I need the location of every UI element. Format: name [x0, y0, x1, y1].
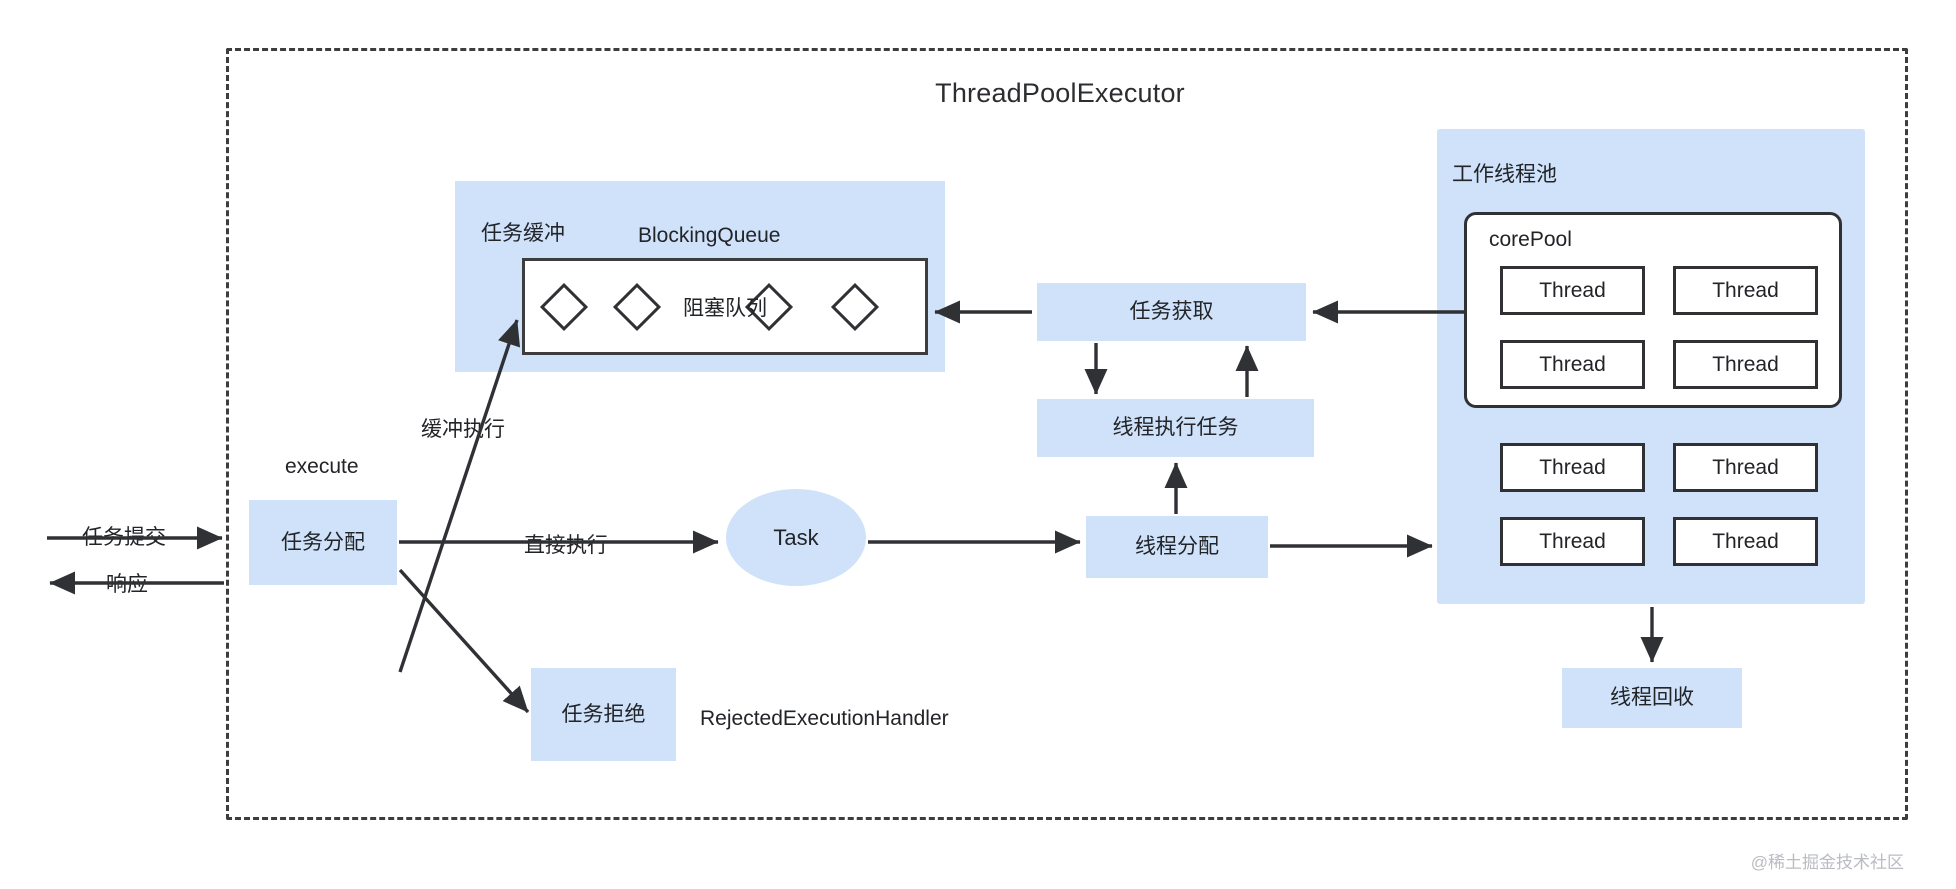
- thread-run-task-box: 线程执行任务: [1037, 399, 1314, 457]
- diagram-canvas: ThreadPoolExecutor 任务缓冲 BlockingQueue 阻塞…: [0, 0, 1956, 889]
- extra-thread-cell: Thread: [1673, 517, 1818, 566]
- core-pool-title: corePool: [1489, 228, 1572, 251]
- blocking-queue-box: 阻塞队列: [522, 258, 928, 355]
- queue-item-diamond-icon: [830, 282, 880, 331]
- core-thread-cell: Thread: [1673, 266, 1818, 315]
- queue-item-diamond-icon: [612, 282, 662, 331]
- thread-dispatch-box: 线程分配: [1086, 516, 1268, 578]
- extra-thread-cell: Thread: [1500, 443, 1645, 492]
- core-thread-cell: Thread: [1500, 266, 1645, 315]
- task-node: Task: [726, 489, 866, 586]
- page-title: ThreadPoolExecutor: [935, 78, 1185, 108]
- core-thread-cell: Thread: [1673, 340, 1818, 389]
- blocking-queue-inner-label: 阻塞队列: [683, 296, 767, 320]
- fetch-task-box: 任务获取: [1037, 283, 1306, 341]
- task-submit-label: 任务提交: [82, 526, 166, 549]
- direct-execute-label: 直接执行: [524, 534, 608, 557]
- task-rejected-box: 任务拒绝: [531, 668, 676, 761]
- task-dispatch-box: 任务分配: [249, 500, 397, 585]
- core-thread-cell: Thread: [1500, 340, 1645, 389]
- worker-thread-pool-title: 工作线程池: [1452, 163, 1557, 186]
- task-buffer-label: 任务缓冲: [481, 222, 565, 245]
- blocking-queue-label: BlockingQueue: [638, 224, 781, 247]
- response-label: 响应: [106, 573, 148, 596]
- thread-recycle-box: 线程回收: [1562, 668, 1742, 728]
- watermark: @稀土掘金技术社区: [1750, 853, 1904, 872]
- execute-label: execute: [285, 455, 359, 478]
- queue-item-diamond-icon: [539, 282, 589, 331]
- buffered-execute-label: 缓冲执行: [421, 418, 505, 441]
- extra-thread-cell: Thread: [1673, 443, 1818, 492]
- rejected-execution-handler-label: RejectedExecutionHandler: [700, 707, 949, 730]
- extra-thread-cell: Thread: [1500, 517, 1645, 566]
